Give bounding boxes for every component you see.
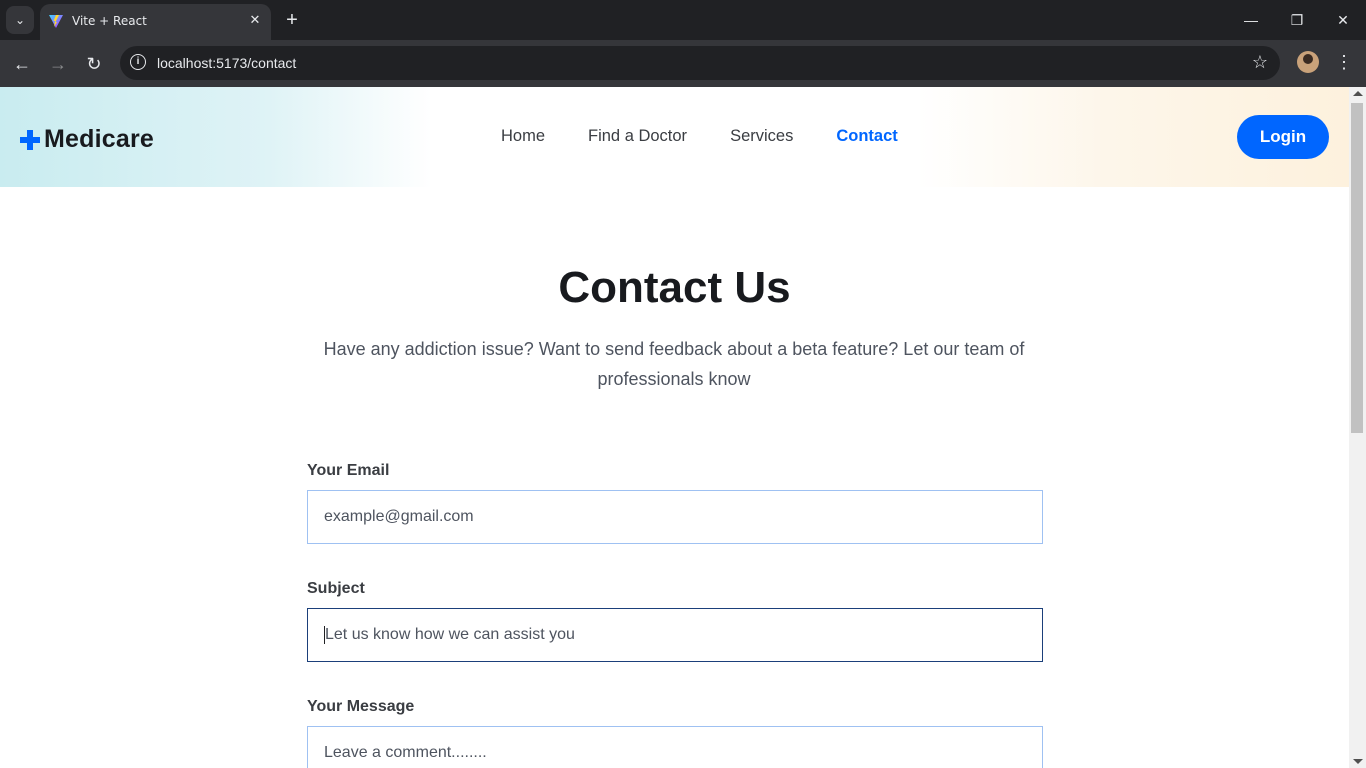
tab-close-icon[interactable]: ✕: [247, 12, 263, 28]
email-field[interactable]: example@gmail.com: [307, 490, 1043, 544]
page-subtitle: Have any addiction issue? Want to send f…: [323, 339, 1025, 389]
restore-icon[interactable]: ❐: [1285, 8, 1309, 32]
tab-title: Vite + React: [72, 14, 147, 28]
medical-cross-icon: [20, 129, 40, 150]
nav-link-contact[interactable]: Contact: [836, 127, 897, 146]
nav-link-find-a-doctor[interactable]: Find a Doctor: [588, 127, 687, 146]
profile-avatar[interactable]: [1297, 51, 1319, 73]
email-label: Your Email: [307, 462, 390, 479]
bookmark-star-icon[interactable]: ☆: [1252, 52, 1268, 73]
close-window-icon[interactable]: ✕: [1331, 8, 1355, 32]
nav-link-services[interactable]: Services: [730, 127, 793, 146]
page-viewport: Medicare Home Find a Doctor Services Con…: [0, 87, 1349, 768]
address-bar[interactable]: i localhost:5173/contact ☆: [120, 46, 1280, 80]
message-textarea[interactable]: Leave a comment........: [307, 726, 1043, 768]
login-button[interactable]: Login: [1237, 115, 1329, 159]
new-tab-plus-icon[interactable]: +: [282, 10, 302, 30]
scroll-up-arrow-icon[interactable]: [1353, 91, 1363, 96]
page-title: Contact Us: [558, 263, 791, 312]
nav-link-home[interactable]: Home: [501, 127, 545, 146]
forward-arrow-icon[interactable]: →: [44, 50, 72, 78]
main-nav: Home Find a Doctor Services Contact: [501, 127, 898, 146]
message-placeholder: Leave a comment........: [324, 744, 487, 761]
browser-toolbar: ← → ↻ i localhost:5173/contact ☆: [0, 40, 1366, 87]
site-header: Medicare Home Find a Doctor Services Con…: [0, 87, 1349, 187]
subject-placeholder: Let us know how we can assist you: [325, 626, 575, 643]
message-label: Your Message: [307, 698, 415, 715]
browser-tabstrip: ⌄ Vite + React ✕ + — ❐ ✕: [0, 0, 1366, 40]
subject-label: Subject: [307, 580, 365, 597]
browser-menu-icon[interactable]: ⋮: [1334, 50, 1354, 74]
scroll-down-arrow-icon[interactable]: [1353, 759, 1363, 764]
site-info-icon[interactable]: i: [130, 54, 146, 70]
vite-favicon-icon: [49, 15, 63, 28]
scroll-thumb[interactable]: [1351, 103, 1363, 433]
back-arrow-icon[interactable]: ←: [8, 50, 36, 78]
tab-search-chevron-icon[interactable]: ⌄: [6, 6, 34, 34]
browser-tab[interactable]: Vite + React ✕: [40, 4, 271, 40]
address-url[interactable]: localhost:5173/contact: [157, 55, 296, 71]
subject-field[interactable]: Let us know how we can assist you: [307, 608, 1043, 662]
logo-text: Medicare: [44, 125, 154, 153]
minimize-icon[interactable]: —: [1239, 8, 1263, 32]
page-scrollbar[interactable]: [1349, 87, 1366, 768]
site-logo[interactable]: Medicare: [20, 125, 154, 154]
reload-icon[interactable]: ↻: [80, 50, 108, 78]
email-placeholder: example@gmail.com: [324, 508, 474, 525]
